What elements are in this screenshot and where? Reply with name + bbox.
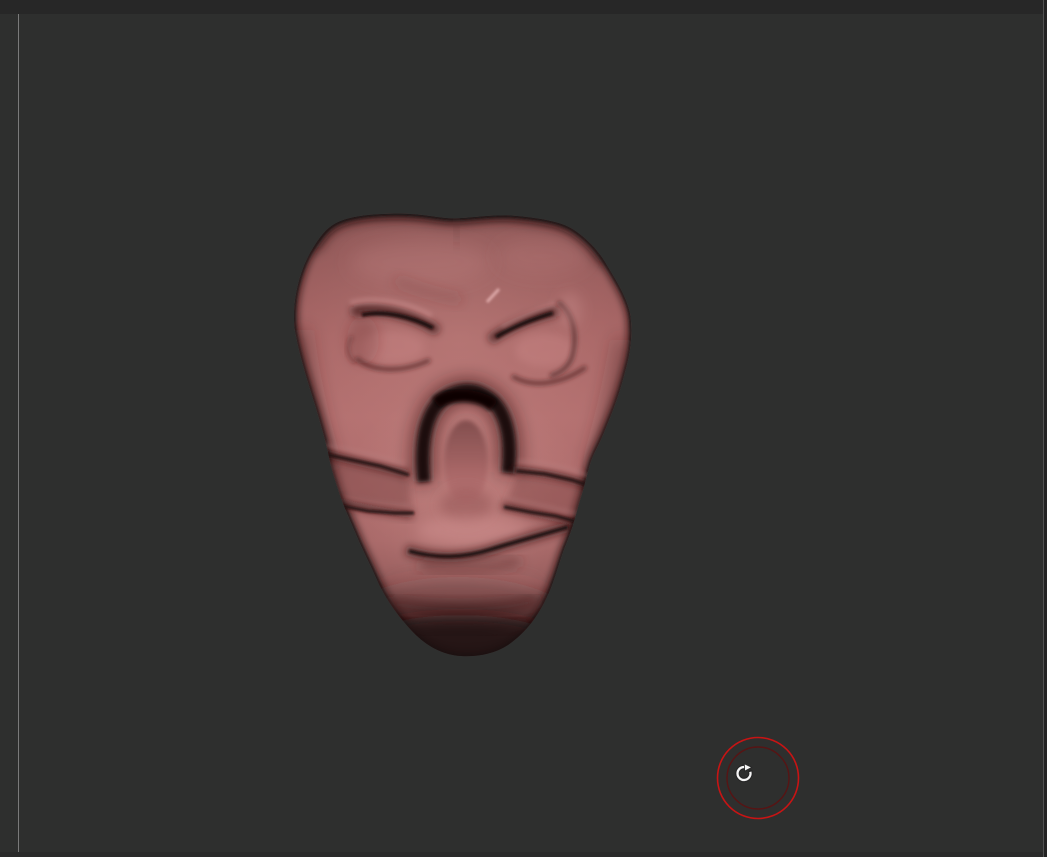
sculpting-viewport[interactable] — [0, 0, 1047, 857]
sculpted-head-model[interactable] — [250, 180, 670, 700]
top-menu-bar — [0, 0, 1047, 14]
chin-shading — [343, 571, 573, 657]
rotate-clockwise-icon — [735, 763, 753, 783]
application-window — [0, 0, 1047, 857]
brush-outer-ring — [716, 736, 800, 820]
viewport-left-divider — [18, 14, 19, 852]
window-right-edge[interactable] — [1043, 0, 1047, 857]
brush-inner-ring — [726, 746, 790, 810]
bottom-status-bar — [0, 852, 1047, 857]
rotate-brush-cursor[interactable] — [716, 736, 800, 820]
